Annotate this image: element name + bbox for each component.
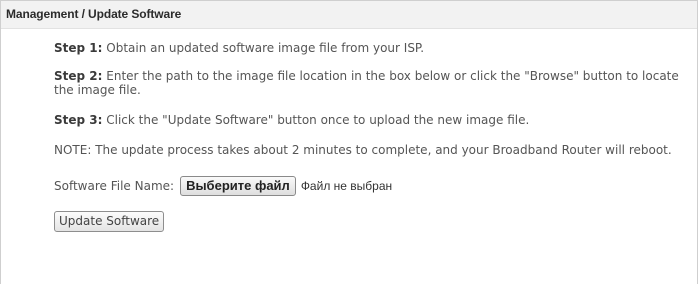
choose-file-button[interactable]: Выберите файл	[180, 176, 296, 196]
step-1-label: Step 1:	[54, 41, 103, 55]
step-2-text: Enter the path to the image file locatio…	[54, 69, 679, 97]
update-software-panel: Management / Update Software Step 1: Obt…	[0, 0, 698, 284]
update-note: NOTE: The update process takes about 2 m…	[54, 143, 672, 157]
step-1: Step 1: Obtain an updated software image…	[54, 41, 693, 55]
instructions: Step 1: Obtain an updated software image…	[1, 41, 697, 232]
file-status-text: Файл не выбран	[300, 179, 393, 193]
step-3: Step 3: Click the "Update Software" butt…	[54, 113, 693, 127]
step-2-label: Step 2:	[54, 69, 103, 83]
step-3-text: Click the "Update Software" button once …	[102, 113, 530, 127]
file-name-label: Software File Name:	[54, 179, 175, 193]
step-2: Step 2: Enter the path to the image file…	[54, 69, 693, 97]
step-1-text: Obtain an updated software image file fr…	[102, 41, 425, 55]
step-3-label: Step 3:	[54, 113, 103, 127]
file-input-row: Software File Name: Выберите файл Файл н…	[54, 175, 693, 197]
page-title: Management / Update Software	[1, 1, 697, 29]
update-row: Update Software	[54, 211, 693, 232]
update-software-button[interactable]: Update Software	[54, 211, 165, 232]
